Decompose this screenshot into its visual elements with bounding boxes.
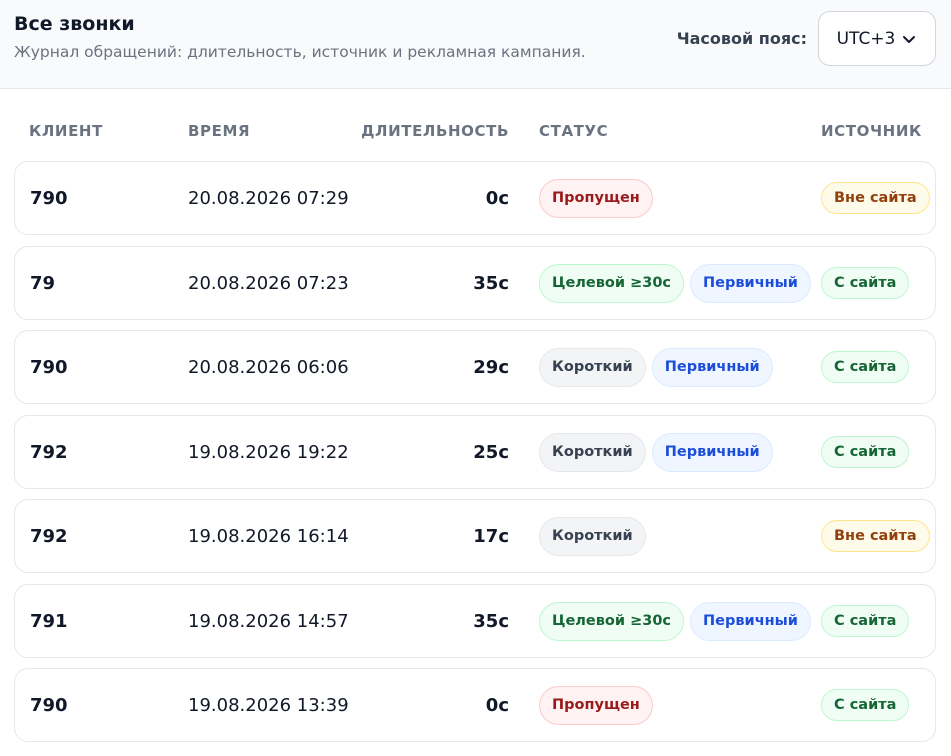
status-badge-primary: Первичный <box>690 601 811 641</box>
status-badge-primary: Первичный <box>651 432 773 472</box>
status-badge-primary: Первичный <box>651 347 773 387</box>
status-badge-target: Целевой ≥30с <box>539 601 685 641</box>
column-header-time[interactable]: ВРЕМЯ <box>188 122 250 140</box>
source-cell: С сайта <box>821 669 910 741</box>
status-badge-missed: Пропущен <box>539 685 653 725</box>
client-cell: 791 <box>30 610 68 632</box>
status-badge-primary: Первичный <box>690 263 811 303</box>
source-cell: Вне сайта <box>821 500 930 572</box>
time-cell: 20.08.2026 07:23 <box>188 272 349 294</box>
source-badge-offsite: Вне сайта <box>821 520 930 552</box>
time-cell: 19.08.2026 19:22 <box>188 441 349 463</box>
table-row[interactable]: 792 19.08.2026 16:14 17с Короткий Вне сайта <box>14 499 936 573</box>
status-cell: Целевой ≥30с Первичный <box>539 247 811 319</box>
source-badge-offsite: Вне сайта <box>821 182 930 214</box>
status-badge-short: Короткий <box>539 347 646 387</box>
duration-cell: 0с <box>485 694 509 716</box>
source-badge-site: С сайта <box>821 351 910 383</box>
time-cell: 19.08.2026 13:39 <box>188 694 349 716</box>
client-cell: 790 <box>30 694 68 716</box>
status-cell: Целевой ≥30с Первичный <box>539 585 811 657</box>
duration-cell: 25с <box>473 441 509 463</box>
status-badge-short: Короткий <box>539 516 646 556</box>
table-row[interactable]: 790 20.08.2026 06:06 29с Короткий Первичный С… <box>14 330 936 404</box>
table-row[interactable]: 791 19.08.2026 14:57 35с Целевой ≥30с Первич… <box>14 584 936 658</box>
status-cell: Короткий <box>539 500 646 572</box>
status-badge-target: Целевой ≥30с <box>539 263 685 303</box>
client-cell: 792 <box>30 441 68 463</box>
client-cell: 790 <box>30 187 68 209</box>
column-header-source[interactable]: ИСТОЧНИК <box>821 122 922 140</box>
duration-cell: 29с <box>473 356 509 378</box>
page-subtitle: Журнал обращений: длительность, источник… <box>14 43 586 61</box>
column-header-client[interactable]: КЛИЕНТ <box>29 122 103 140</box>
status-cell: Короткий Первичный <box>539 416 773 488</box>
time-cell: 19.08.2026 16:14 <box>188 525 349 547</box>
page-title: Все звонки <box>14 13 135 35</box>
source-cell: Вне сайта <box>821 162 930 234</box>
source-cell: С сайта <box>821 331 910 403</box>
duration-cell: 0с <box>485 187 509 209</box>
table-row[interactable]: 79 20.08.2026 07:23 35с Целевой ≥30с Первичн… <box>14 246 936 320</box>
table-header: КЛИЕНТ ВРЕМЯ ДЛИТЕЛЬНОСТЬ СТАТУС ИСТОЧНИ… <box>0 122 951 146</box>
status-badge-short: Короткий <box>539 432 646 472</box>
source-badge-site: С сайта <box>821 267 910 299</box>
duration-cell: 17с <box>473 525 509 547</box>
table-row[interactable]: 792 19.08.2026 19:22 25с Короткий Первичный С… <box>14 415 936 489</box>
status-cell: Пропущен <box>539 162 653 234</box>
source-badge-site: С сайта <box>821 689 910 721</box>
client-cell: 79 <box>30 272 56 294</box>
time-cell: 20.08.2026 06:06 <box>188 356 349 378</box>
time-cell: 20.08.2026 07:29 <box>188 187 349 209</box>
source-cell: С сайта <box>821 416 910 488</box>
status-badge-missed: Пропущен <box>539 178 653 218</box>
client-cell: 790 <box>30 356 68 378</box>
duration-cell: 35с <box>473 272 509 294</box>
timezone-label: Часовой пояс: <box>676 29 807 48</box>
source-badge-site: С сайта <box>821 436 910 468</box>
column-header-duration[interactable]: ДЛИТЕЛЬНОСТЬ <box>361 122 509 140</box>
duration-cell: 35с <box>473 610 509 632</box>
timezone-value: UTC+3 <box>836 28 896 49</box>
status-cell: Пропущен <box>539 669 653 741</box>
table-row[interactable]: 790 19.08.2026 13:39 0с Пропущен С сайта <box>14 668 936 742</box>
source-cell: С сайта <box>821 247 910 319</box>
column-header-status[interactable]: СТАТУС <box>539 122 608 140</box>
time-cell: 19.08.2026 14:57 <box>188 610 349 632</box>
status-cell: Короткий Первичный <box>539 331 773 403</box>
chevron-down-icon <box>903 35 916 43</box>
source-cell: С сайта <box>821 585 910 657</box>
client-cell: 792 <box>30 525 68 547</box>
page-header: Все звонки Журнал обращений: длительност… <box>0 0 951 89</box>
timezone-select[interactable]: UTC+3 <box>818 11 936 66</box>
source-badge-site: С сайта <box>821 605 910 637</box>
table-row[interactable]: 790 20.08.2026 07:29 0с Пропущен Вне сайта <box>14 161 936 235</box>
